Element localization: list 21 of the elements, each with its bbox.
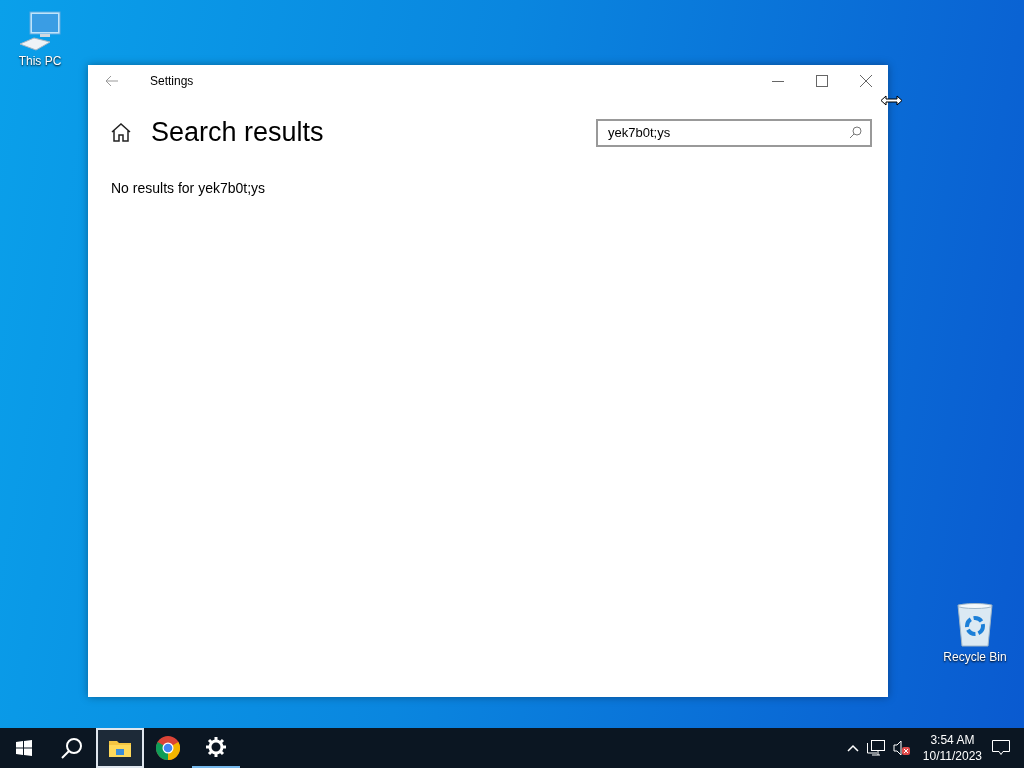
folder-icon <box>109 739 131 757</box>
network-icon[interactable] <box>866 740 885 756</box>
clock[interactable]: 3:54 AM 10/11/2023 <box>922 732 982 764</box>
windows-logo-icon <box>16 740 32 756</box>
no-results-message: No results for yek7b0t;ys <box>111 180 267 196</box>
page-heading: Search results <box>151 117 325 148</box>
search-field[interactable]: yek7b0t;ys <box>596 118 872 147</box>
gear-icon <box>206 737 226 757</box>
search-icon <box>61 737 83 759</box>
chevron-up-icon[interactable] <box>846 744 859 752</box>
maximize-icon[interactable] <box>816 75 828 87</box>
computer-icon <box>18 10 62 52</box>
muted-speaker-icon[interactable] <box>892 740 911 756</box>
recycle-bin-icon <box>955 602 995 648</box>
search-icon[interactable] <box>849 126 862 139</box>
desktop-icon-label[interactable]: Recycle Bin <box>943 650 1007 664</box>
home-icon[interactable] <box>111 123 131 142</box>
chrome-icon <box>156 736 180 760</box>
close-icon[interactable] <box>860 75 872 87</box>
window-title: Settings <box>150 74 195 88</box>
notification-icon[interactable] <box>992 740 1010 756</box>
